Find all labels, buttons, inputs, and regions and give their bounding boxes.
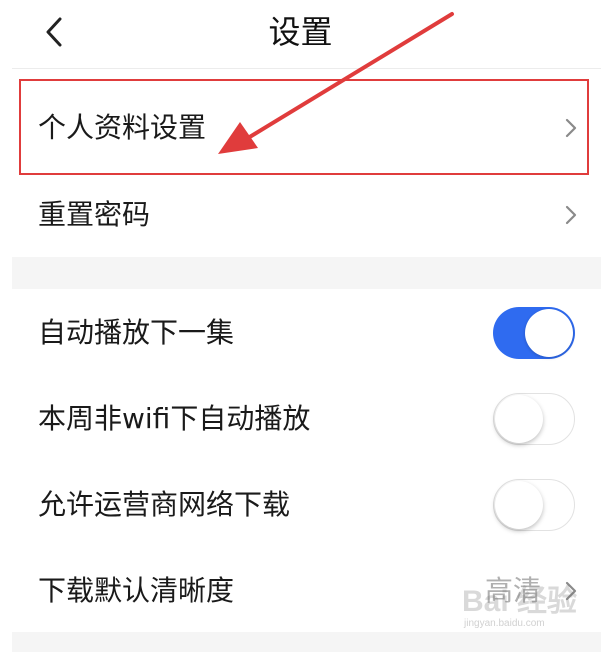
- row-label: 下载默认清晰度: [38, 574, 235, 607]
- toggle-knob: [525, 309, 573, 357]
- row-label: 本周非wifi下自动播放: [38, 402, 311, 435]
- chevron-right-icon: [565, 581, 577, 601]
- reset-password-row[interactable]: 重置密码: [12, 172, 601, 258]
- section-separator: [12, 257, 601, 289]
- carrier-download-row: 允许运营商网络下载: [12, 462, 601, 548]
- toggle-knob: [495, 395, 543, 443]
- download-quality-row[interactable]: 下载默认清晰度 高清: [12, 548, 601, 634]
- row-label: 重置密码: [38, 198, 151, 231]
- bottom-separator: [12, 632, 601, 652]
- autoplay-next-toggle[interactable]: [493, 307, 575, 359]
- page-title: 设置: [268, 13, 333, 51]
- row-label: 允许运营商网络下载: [38, 488, 291, 521]
- non-wifi-autoplay-toggle[interactable]: [493, 393, 575, 445]
- header: 设置: [0, 0, 601, 68]
- toggle-knob: [495, 481, 543, 529]
- chevron-right-icon: [565, 118, 577, 138]
- non-wifi-autoplay-row: 本周非wifi下自动播放: [12, 376, 601, 462]
- row-label: 个人资料设置: [38, 111, 207, 144]
- row-label: 自动播放下一集: [38, 316, 235, 349]
- profile-settings-row[interactable]: 个人资料设置: [12, 85, 601, 171]
- header-divider: [12, 68, 601, 69]
- autoplay-next-row: 自动播放下一集: [12, 290, 601, 376]
- quality-value: 高清: [484, 574, 541, 607]
- carrier-download-toggle[interactable]: [493, 479, 575, 531]
- chevron-right-icon: [565, 205, 577, 225]
